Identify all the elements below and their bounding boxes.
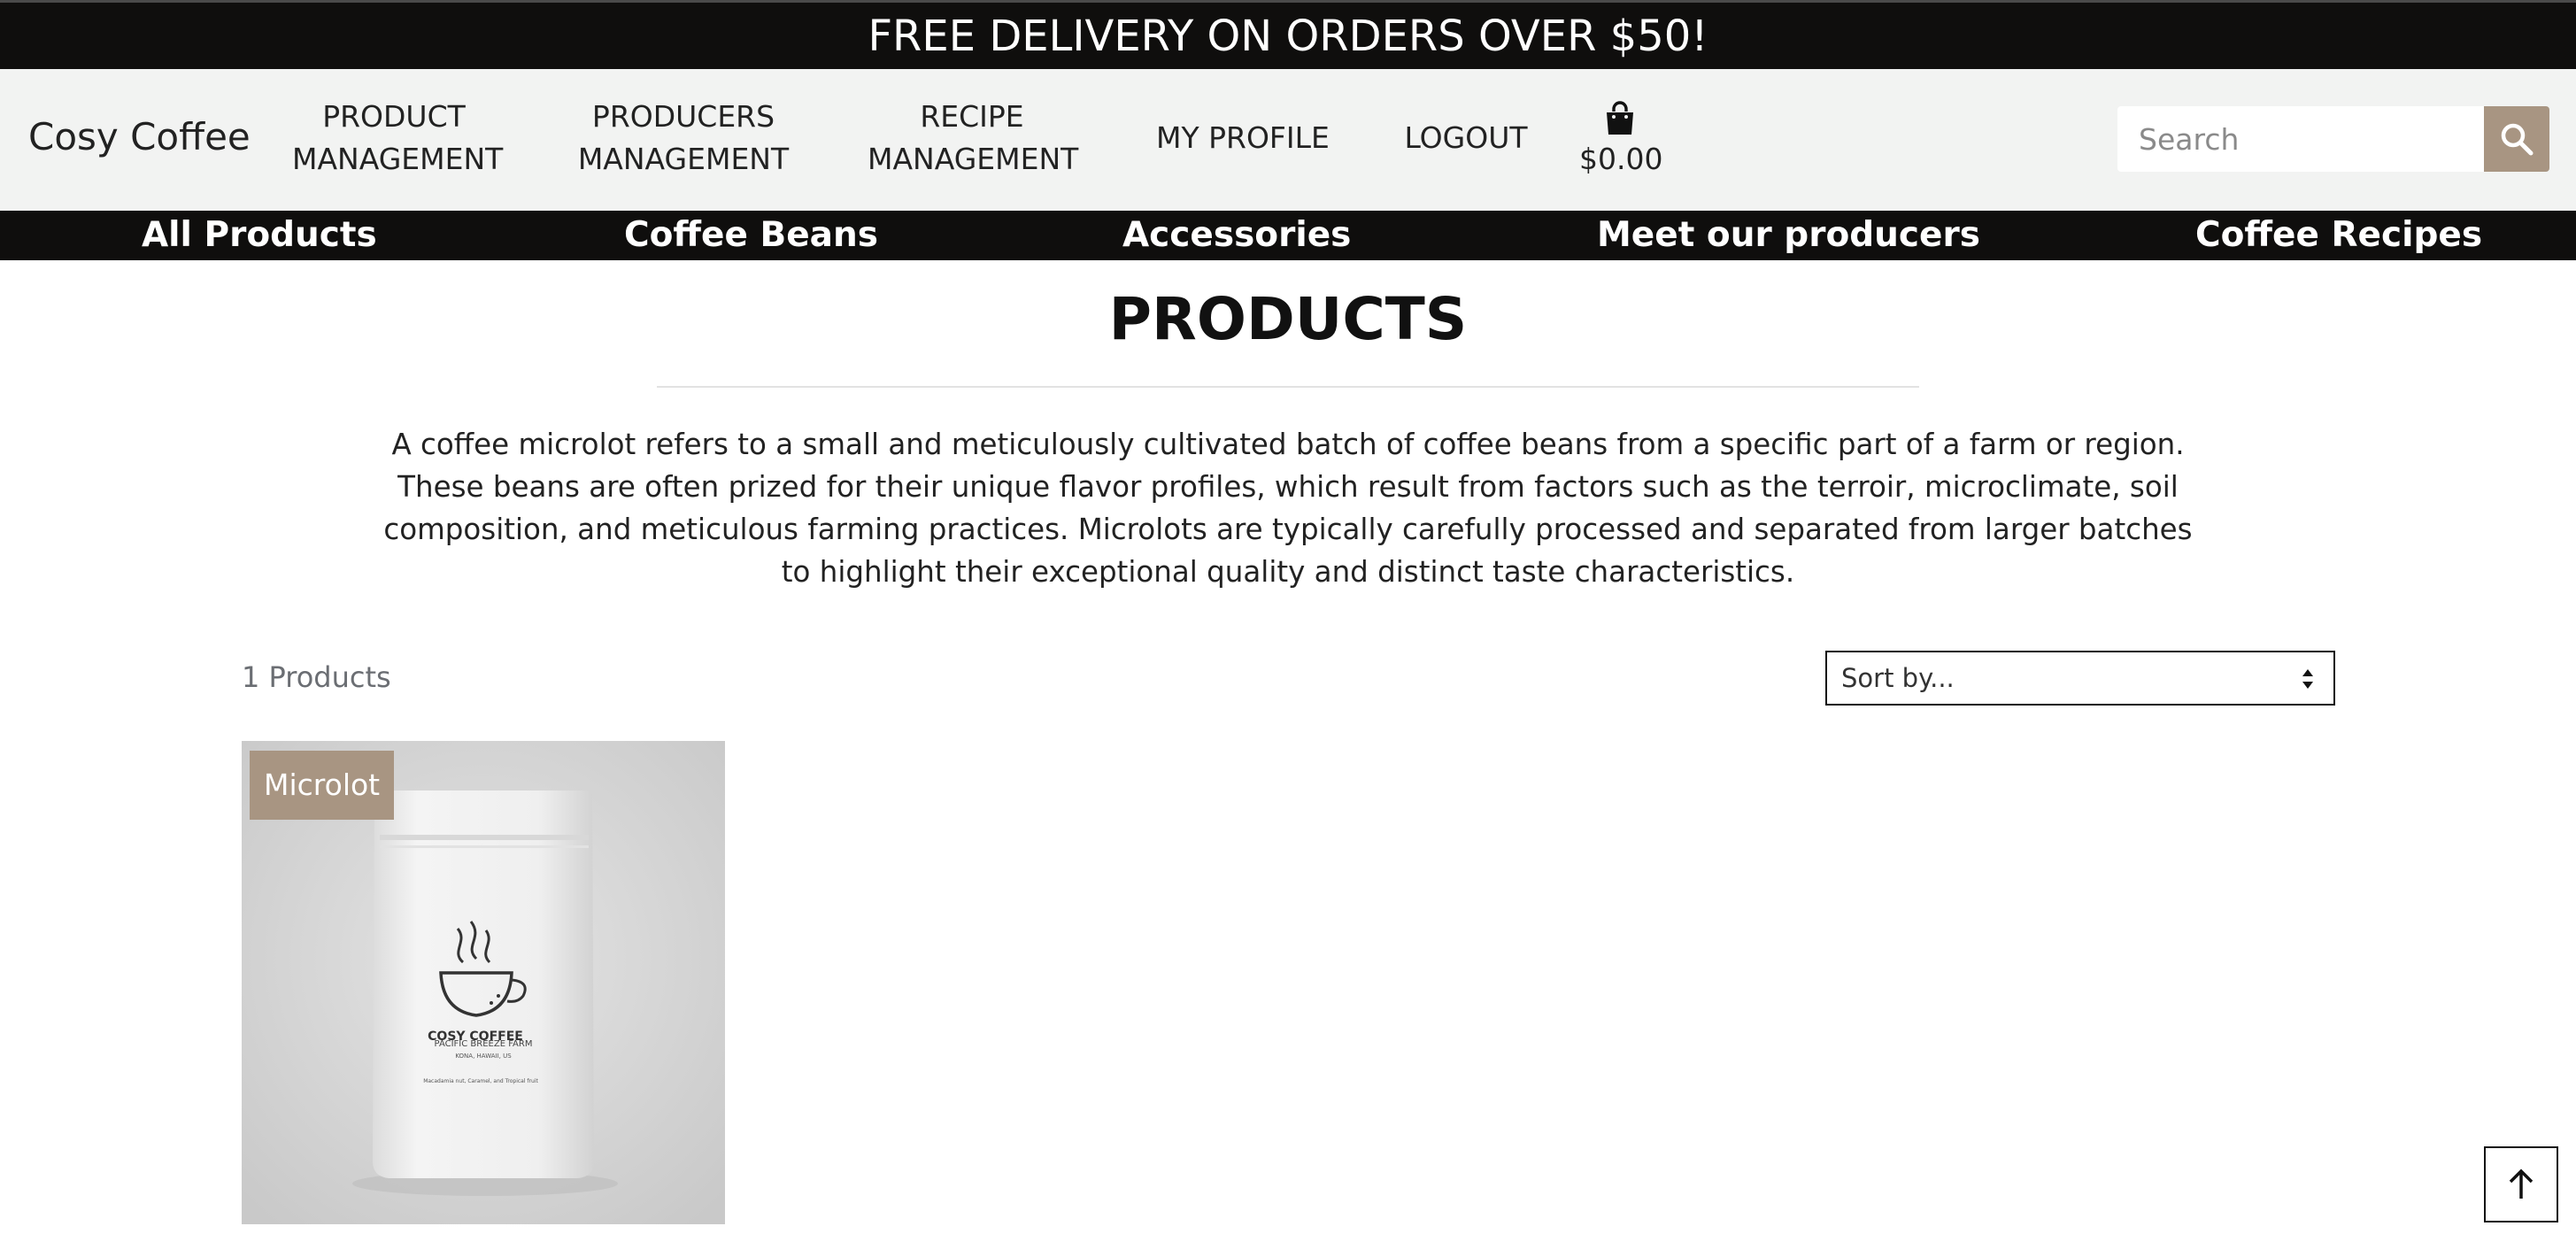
nav-logout[interactable]: LOGOUT — [1404, 117, 1528, 159]
sort-selected-value: Sort by... — [1841, 663, 1955, 693]
delivery-banner: FREE DELIVERY ON ORDERS OVER $50! — [0, 0, 2576, 69]
category-accessories[interactable]: Accessories — [1122, 211, 1351, 260]
category-all-products[interactable]: All Products — [142, 211, 377, 260]
package-notes-text: Macadamia nut, Caramel, and Tropical fru… — [423, 1078, 538, 1084]
search-button[interactable] — [2484, 106, 2549, 172]
sort-arrows-icon — [2302, 669, 2313, 689]
nav-recipe-management[interactable]: RECIPE MANAGEMENT — [868, 96, 1079, 181]
nav-product-management[interactable]: PRODUCT MANAGEMENT — [292, 96, 504, 181]
package-location-text: KONA, HAWAII, US — [455, 1053, 512, 1060]
sort-select[interactable]: Sort by... — [1825, 651, 2335, 706]
arrow-up-icon — [2509, 1168, 2534, 1199]
cart-total: $0.00 — [1579, 142, 1663, 176]
nav-producers-management-line2: MANAGEMENT — [577, 142, 790, 176]
category-nav: All Products Coffee Beans Accessories Me… — [0, 211, 2576, 260]
shopping-bag-icon — [1607, 101, 1633, 135]
category-meet-our-producers[interactable]: Meet our producers — [1597, 211, 1980, 260]
product-count: 1 Products — [242, 660, 391, 694]
search-form — [2117, 106, 2549, 172]
category-description: A coffee microlot refers to a small and … — [383, 428, 2193, 589]
nav-product-management-line1: PRODUCT — [322, 99, 466, 134]
nav-product-management-line2: MANAGEMENT — [292, 142, 504, 176]
nav-recipe-management-line2: MANAGEMENT — [868, 142, 1079, 176]
cart-link[interactable]: $0.00 — [1579, 101, 1663, 176]
product-card[interactable]: COSY COFFEE PACIFIC BREEZE FARM KONA, HA… — [242, 741, 725, 1224]
package-farm-text: PACIFIC BREEZE FARM — [435, 1039, 533, 1049]
nav-producers-management-line1: PRODUCERS — [591, 99, 775, 134]
microlot-badge: Microlot — [250, 751, 395, 820]
title-divider — [657, 386, 1919, 388]
nav-recipe-management-line1: RECIPE — [920, 99, 1024, 134]
site-header: Cosy Coffee PRODUCT MANAGEMENT PRODUCERS… — [0, 69, 2576, 211]
delivery-banner-text: FREE DELIVERY ON ORDERS OVER $50! — [868, 12, 1708, 61]
category-coffee-recipes[interactable]: Coffee Recipes — [2195, 211, 2482, 260]
nav-producers-management[interactable]: PRODUCERS MANAGEMENT — [577, 96, 790, 181]
category-coffee-beans[interactable]: Coffee Beans — [624, 211, 878, 260]
nav-my-profile[interactable]: MY PROFILE — [1156, 117, 1330, 159]
back-to-top-button[interactable] — [2484, 1146, 2558, 1222]
search-input[interactable] — [2117, 106, 2484, 172]
page-title: PRODUCTS — [1108, 285, 1468, 353]
brand-logo[interactable]: Cosy Coffee — [28, 115, 251, 158]
search-icon — [2501, 123, 2534, 156]
